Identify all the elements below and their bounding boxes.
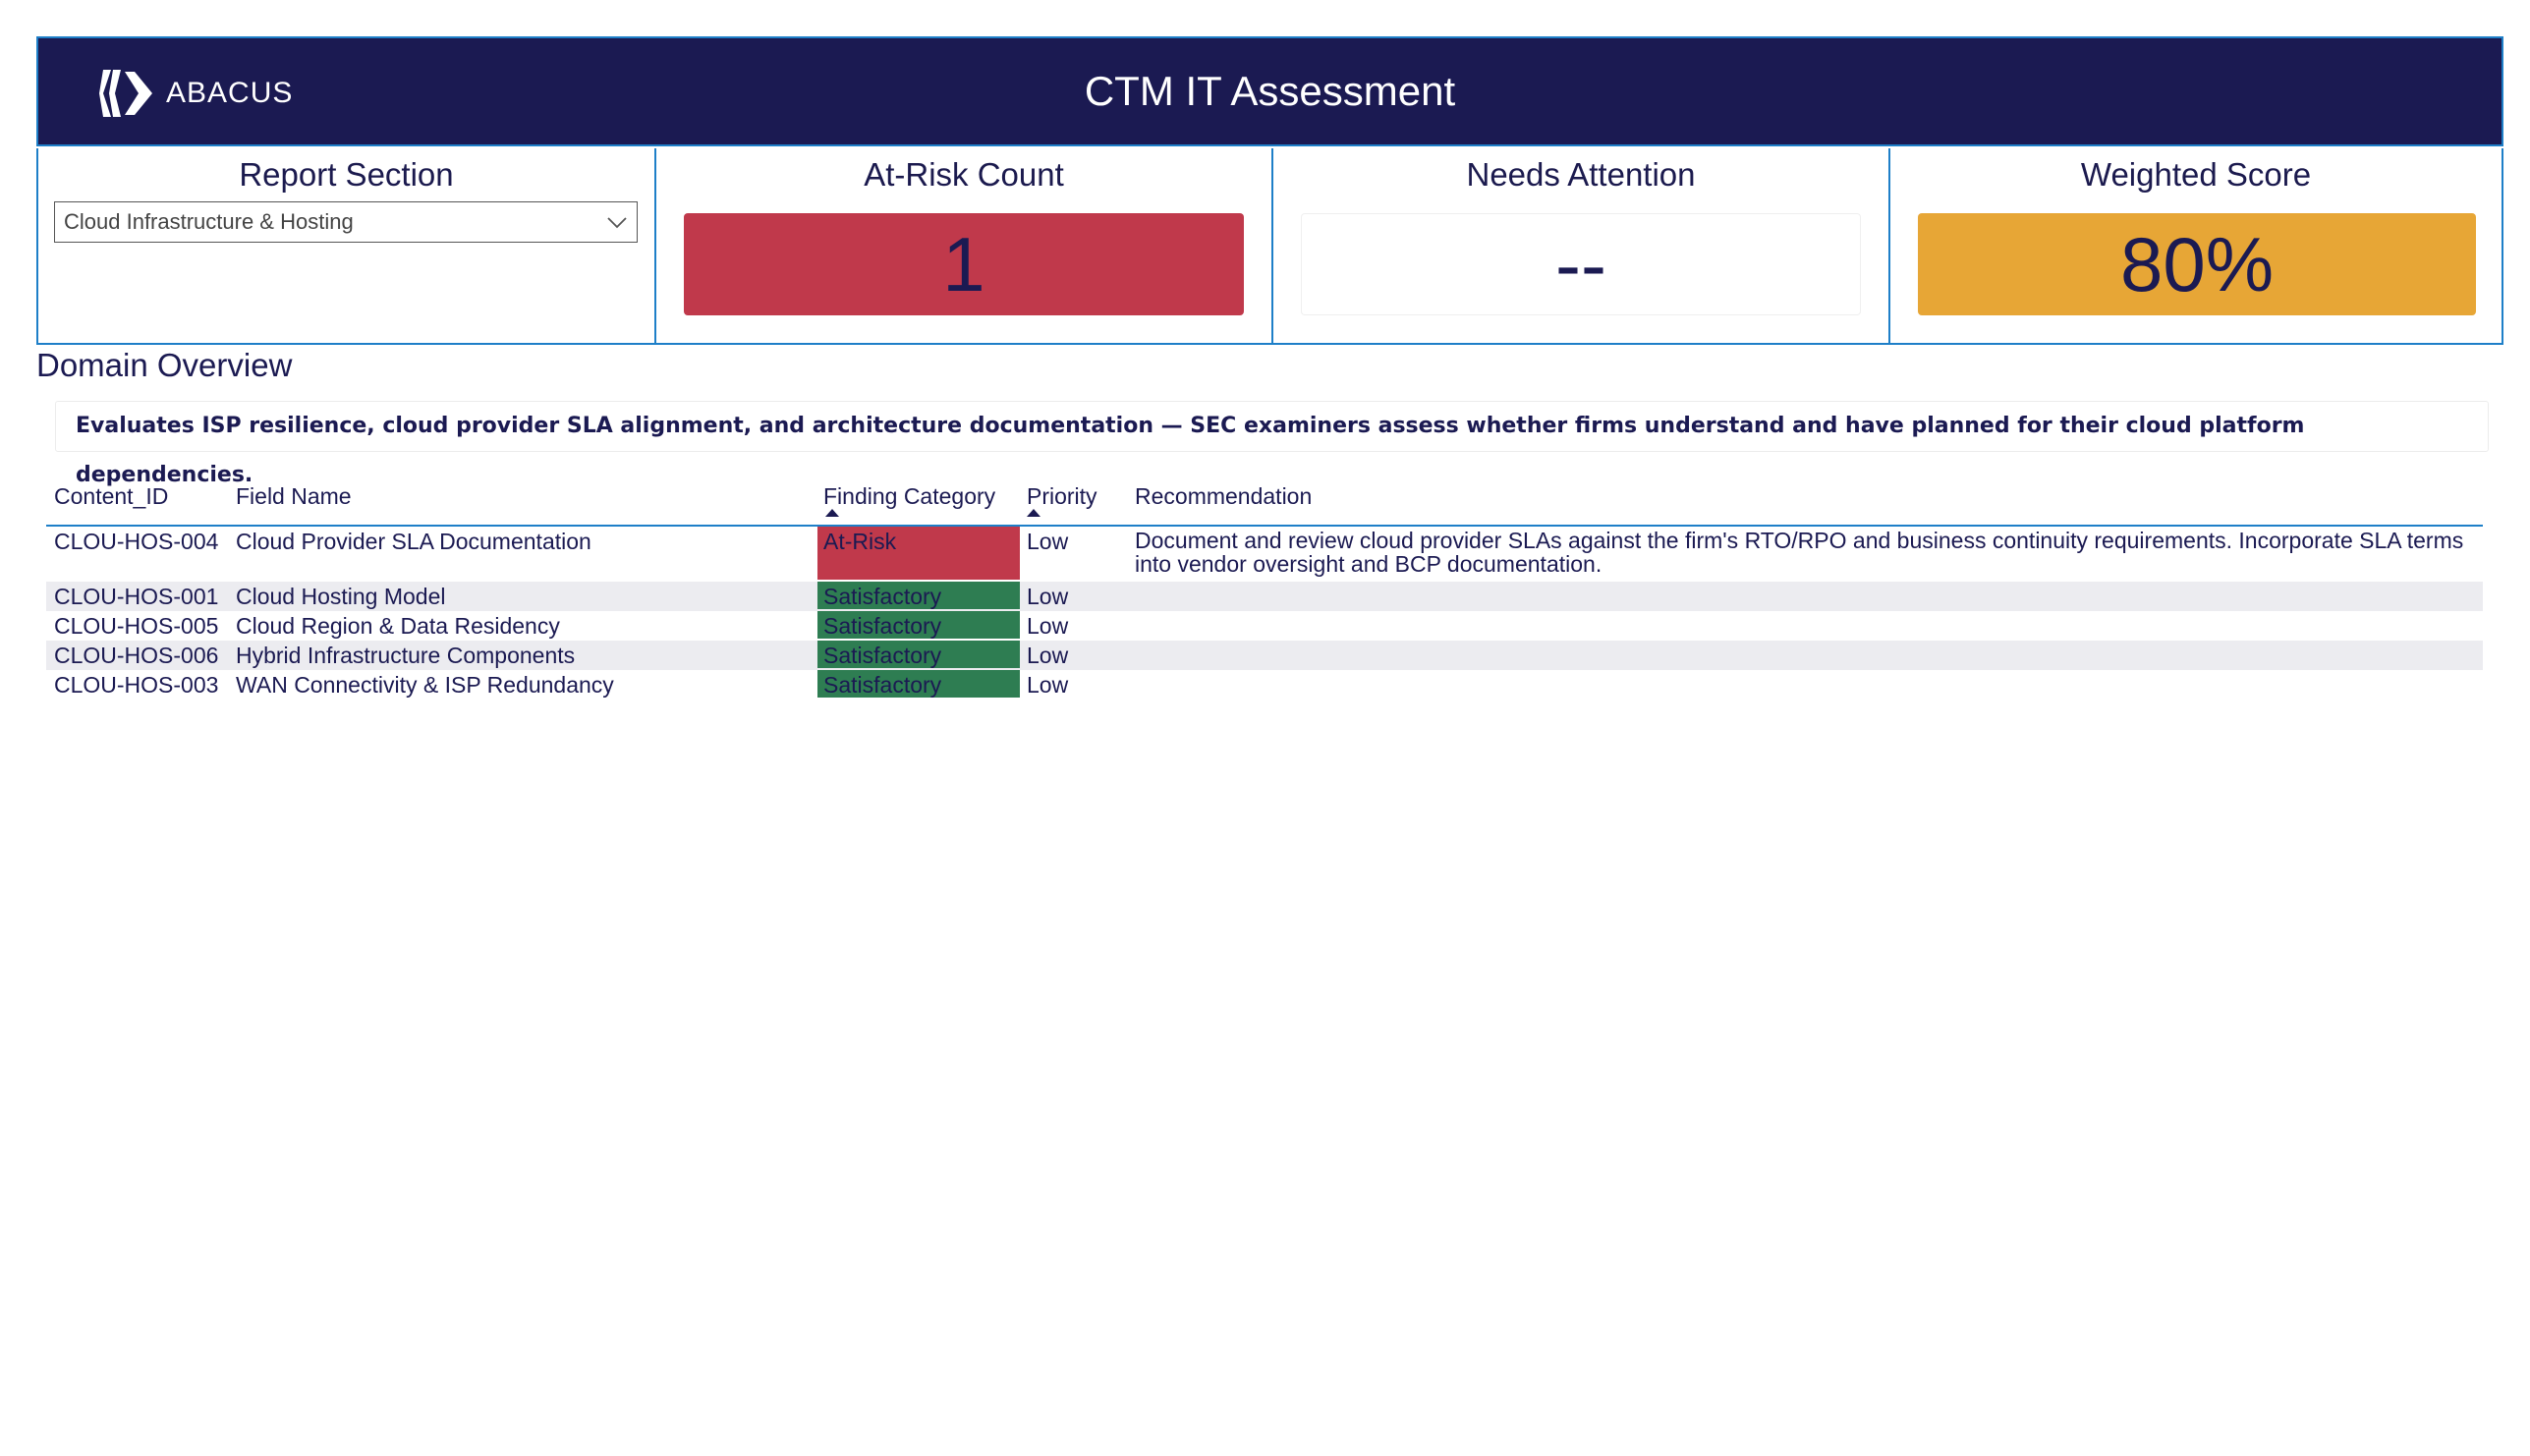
dropdown-selected-value: Cloud Infrastructure & Hosting	[64, 209, 354, 234]
column-header-priority[interactable]: Priority	[1027, 483, 1097, 510]
sort-ascending-icon	[825, 509, 839, 517]
section-heading: Domain Overview	[36, 347, 293, 383]
column-header-finding-category[interactable]: Finding Category	[823, 483, 995, 510]
recommendation-line: into vendor oversight and BCP documentat…	[1135, 551, 1602, 577]
at-risk-value: 1	[684, 213, 1244, 315]
app-header: ABACUS CTM IT Assessment	[36, 36, 2503, 146]
cell-content-id: CLOU-HOS-005	[54, 613, 219, 639]
needs-attention-card: Needs Attention --	[1271, 148, 1890, 345]
table-row[interactable]: CLOU-HOS-001 Cloud Hosting Model Satisfa…	[46, 582, 2483, 611]
report-section-title: Report Section	[239, 156, 454, 193]
page-title: CTM IT Assessment	[1084, 68, 1456, 114]
cell-finding-category: Satisfactory	[817, 582, 1020, 609]
cell-priority: Low	[1027, 529, 1069, 554]
cell-content-id: CLOU-HOS-001	[54, 584, 219, 609]
needs-attention-value: --	[1301, 213, 1861, 315]
cell-priority: Low	[1027, 643, 1069, 668]
at-risk-card: At-Risk Count 1	[654, 148, 1273, 345]
cell-priority: Low	[1027, 584, 1069, 609]
chevron-down-icon	[607, 217, 627, 229]
cell-finding-category: Satisfactory	[817, 641, 1020, 668]
cell-field-name: Cloud Region & Data Residency	[236, 613, 560, 639]
weighted-score-title: Weighted Score	[2080, 156, 2312, 193]
cell-field-name: Cloud Hosting Model	[236, 584, 446, 609]
cell-finding-category: Satisfactory	[817, 611, 1020, 639]
cell-finding-category: Satisfactory	[817, 670, 1020, 698]
cell-priority: Low	[1027, 613, 1069, 639]
findings-table: Content_ID Field Name Finding Category P…	[46, 477, 2483, 700]
report-section-dropdown[interactable]: Cloud Infrastructure & Hosting	[54, 201, 638, 243]
cell-content-id: CLOU-HOS-006	[54, 643, 219, 668]
cell-field-name: Hybrid Infrastructure Components	[236, 643, 576, 668]
needs-attention-title: Needs Attention	[1466, 156, 1696, 193]
weighted-score-card: Weighted Score 80%	[1888, 148, 2503, 345]
table-row[interactable]: CLOU-HOS-005 Cloud Region & Data Residen…	[46, 611, 2483, 641]
sort-ascending-icon	[1027, 509, 1040, 517]
column-header-content-id[interactable]: Content_ID	[54, 483, 168, 510]
report-section-card: Report Section Cloud Infrastructure & Ho…	[36, 148, 656, 345]
cell-recommendation: Document and review cloud provider SLAs …	[1135, 529, 2463, 576]
domain-description: Evaluates ISP resilience, cloud provider…	[55, 401, 2489, 487]
table-header: Content_ID Field Name Finding Category P…	[46, 477, 2483, 527]
column-header-field-name[interactable]: Field Name	[236, 483, 352, 510]
table-row[interactable]: CLOU-HOS-003 WAN Connectivity & ISP Redu…	[46, 670, 2483, 700]
weighted-score-value: 80%	[1918, 213, 2476, 315]
cell-field-name: WAN Connectivity & ISP Redundancy	[236, 672, 614, 698]
cell-field-name: Cloud Provider SLA Documentation	[236, 529, 591, 554]
column-header-recommendation[interactable]: Recommendation	[1135, 483, 1312, 510]
recommendation-line: Document and review cloud provider SLAs …	[1135, 528, 2464, 553]
cell-content-id: CLOU-HOS-004	[54, 529, 219, 554]
table-row[interactable]: CLOU-HOS-006 Hybrid Infrastructure Compo…	[46, 641, 2483, 670]
cell-finding-category: At-Risk	[817, 527, 1020, 580]
cell-content-id: CLOU-HOS-003	[54, 672, 219, 698]
at-risk-title: At-Risk Count	[864, 156, 1064, 193]
cell-priority: Low	[1027, 672, 1069, 698]
table-row[interactable]: CLOU-HOS-004 Cloud Provider SLA Document…	[46, 527, 2483, 580]
